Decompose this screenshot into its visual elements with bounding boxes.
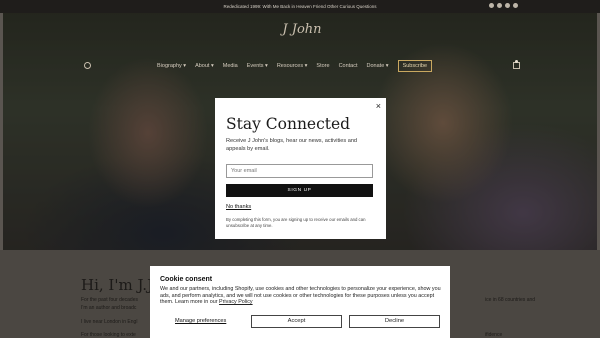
signup-button[interactable]: SIGN UP [226,184,373,197]
nav-events[interactable]: Events ▾ [247,63,268,69]
cookie-text: We and our partners, including Shopify, … [160,286,442,306]
facebook-icon[interactable] [489,3,494,8]
close-icon[interactable]: × [376,102,381,111]
cart-icon[interactable] [513,62,520,69]
modal-subtitle: Receive J John's blogs, hear our news, a… [226,138,358,152]
cookie-title: Cookie consent [160,276,213,283]
modal-disclaimer: By completing this form, you are signing… [226,217,366,228]
subscribe-button[interactable]: Subscribe [397,60,433,72]
nav-media[interactable]: Media [223,63,238,69]
intro-line-1: For the past four decades [81,297,138,303]
social-links [489,3,518,8]
manage-preferences-link[interactable]: Manage preferences [175,318,226,324]
cookie-text-body: We and our partners, including Shopify, … [160,286,441,305]
newsletter-modal: × Stay Connected Receive J John's blogs,… [215,98,386,239]
nav-contact[interactable]: Contact [339,63,358,69]
search-icon[interactable] [84,62,91,69]
tiktok-icon[interactable] [505,3,510,8]
intro-line-4-right: ifidence [485,332,503,338]
privacy-policy-link[interactable]: Privacy Policy [219,299,253,305]
logo-text: J John [282,22,322,37]
nav-store[interactable]: Store [316,63,329,69]
cart-count-badge [515,60,518,63]
no-thanks-link[interactable]: No thanks [226,204,375,210]
main-nav: Biography ▾ About ▾ Media Events ▾ Resou… [157,60,433,72]
cookie-actions: Manage preferences Accept Decline [160,315,442,328]
nav-about[interactable]: About ▾ [195,63,214,69]
decline-button[interactable]: Decline [349,315,440,328]
cookie-banner: Cookie consent We and our partners, incl… [150,266,450,338]
nav-donate[interactable]: Donate ▾ [367,63,389,69]
instagram-icon[interactable] [497,3,502,8]
announcement-text: Rededicated 1999: With Me Back in Heaven… [223,4,377,9]
intro-line-1-right: ice in 68 countries and [485,297,536,303]
modal-title: Stay Connected [226,115,351,133]
intro-line-2: I'm an author and broadc [81,305,137,311]
site-logo[interactable]: J John [280,22,324,44]
intro-heading: Hi, I'm J.J. [81,276,157,294]
nav-biography[interactable]: Biography ▾ [157,63,186,69]
email-input[interactable] [226,164,373,178]
intro-line-3: I live near London in Engl [81,319,138,325]
accept-button[interactable]: Accept [251,315,342,328]
intro-line-4: For those looking to exte [81,332,136,338]
nav-resources[interactable]: Resources ▾ [277,63,308,69]
youtube-icon[interactable] [513,3,518,8]
